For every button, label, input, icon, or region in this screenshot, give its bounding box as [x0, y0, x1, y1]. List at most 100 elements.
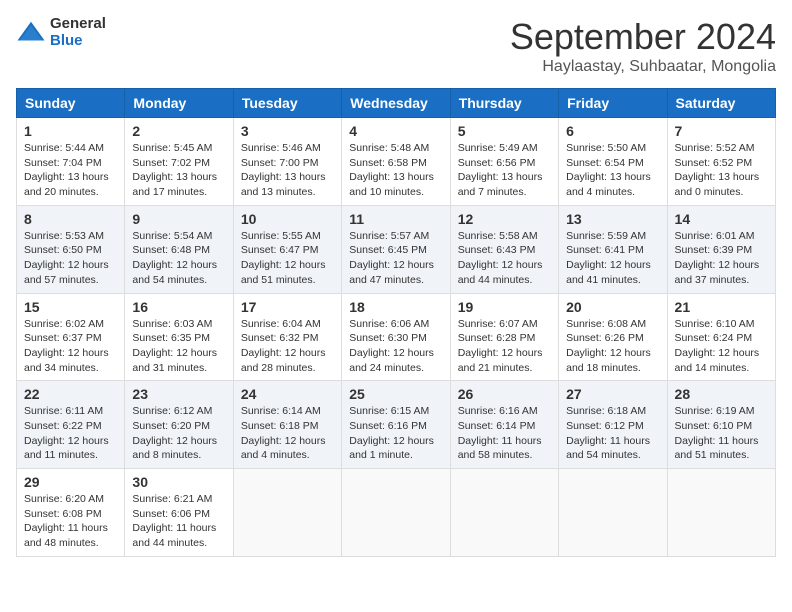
calendar-cell: 19 Sunrise: 6:07 AMSunset: 6:28 PMDayligh… [450, 293, 558, 381]
day-info: Sunrise: 5:54 AMSunset: 6:48 PMDaylight:… [132, 229, 225, 288]
day-info: Sunrise: 5:48 AMSunset: 6:58 PMDaylight:… [349, 141, 442, 200]
day-number: 17 [241, 299, 334, 315]
day-number: 23 [132, 386, 225, 402]
month-title: September 2024 [510, 16, 776, 58]
calendar-cell [559, 469, 667, 557]
location-title: Haylaastay, Suhbaatar, Mongolia [510, 58, 776, 76]
day-number: 10 [241, 211, 334, 227]
calendar-cell: 6 Sunrise: 5:50 AMSunset: 6:54 PMDaylight… [559, 118, 667, 206]
day-info: Sunrise: 5:53 AMSunset: 6:50 PMDaylight:… [24, 229, 117, 288]
calendar-cell: 7 Sunrise: 5:52 AMSunset: 6:52 PMDaylight… [667, 118, 775, 206]
day-info: Sunrise: 5:45 AMSunset: 7:02 PMDaylight:… [132, 141, 225, 200]
day-number: 20 [566, 299, 659, 315]
day-number: 27 [566, 386, 659, 402]
calendar-cell: 24 Sunrise: 6:14 AMSunset: 6:18 PMDayligh… [233, 381, 341, 469]
day-number: 3 [241, 123, 334, 139]
calendar-cell: 15 Sunrise: 6:02 AMSunset: 6:37 PMDayligh… [17, 293, 125, 381]
calendar-cell [450, 469, 558, 557]
day-info: Sunrise: 6:10 AMSunset: 6:24 PMDaylight:… [675, 317, 768, 376]
day-info: Sunrise: 5:50 AMSunset: 6:54 PMDaylight:… [566, 141, 659, 200]
day-info: Sunrise: 5:44 AMSunset: 7:04 PMDaylight:… [24, 141, 117, 200]
calendar-cell: 14Sunrise: 6:01 AMSunset: 6:39 PMDayligh… [667, 205, 775, 293]
logo: General Blue [16, 16, 106, 49]
calendar-table: SundayMondayTuesdayWednesdayThursdayFrid… [16, 88, 776, 557]
weekday-header-thursday: Thursday [450, 89, 558, 118]
calendar-cell: 25Sunrise: 6:15 AMSunset: 6:16 PMDayligh… [342, 381, 450, 469]
day-number: 11 [349, 211, 442, 227]
day-info: Sunrise: 6:02 AMSunset: 6:37 PMDaylight:… [24, 317, 117, 376]
logo-blue-text: Blue [50, 33, 106, 50]
calendar-cell: 18 Sunrise: 6:06 AMSunset: 6:30 PMDayligh… [342, 293, 450, 381]
weekday-header-tuesday: Tuesday [233, 89, 341, 118]
day-number: 30 [132, 474, 225, 490]
day-info: Sunrise: 6:20 AMSunset: 6:08 PMDaylight:… [24, 492, 117, 551]
calendar-cell [342, 469, 450, 557]
calendar-week-row: 15 Sunrise: 6:02 AMSunset: 6:37 PMDayligh… [17, 293, 776, 381]
calendar-cell: 8 Sunrise: 5:53 AMSunset: 6:50 PMDaylight… [17, 205, 125, 293]
day-number: 6 [566, 123, 659, 139]
calendar-cell [667, 469, 775, 557]
day-info: Sunrise: 6:19 AMSunset: 6:10 PMDaylight:… [675, 404, 768, 463]
day-number: 29 [24, 474, 117, 490]
calendar-cell: 30 Sunrise: 6:21 AMSunset: 6:06 PMDayligh… [125, 469, 233, 557]
day-info: Sunrise: 6:03 AMSunset: 6:35 PMDaylight:… [132, 317, 225, 376]
weekday-header-row: SundayMondayTuesdayWednesdayThursdayFrid… [17, 89, 776, 118]
day-info: Sunrise: 6:06 AMSunset: 6:30 PMDaylight:… [349, 317, 442, 376]
day-number: 24 [241, 386, 334, 402]
day-info: Sunrise: 5:59 AMSunset: 6:41 PMDaylight:… [566, 229, 659, 288]
calendar-cell: 17 Sunrise: 6:04 AMSunset: 6:32 PMDayligh… [233, 293, 341, 381]
day-info: Sunrise: 5:58 AMSunset: 6:43 PMDaylight:… [458, 229, 551, 288]
day-number: 13 [566, 211, 659, 227]
page-header: General Blue September 2024 Haylaastay, … [16, 16, 776, 76]
calendar-cell: 21 Sunrise: 6:10 AMSunset: 6:24 PMDayligh… [667, 293, 775, 381]
weekday-header-friday: Friday [559, 89, 667, 118]
calendar-cell: 20Sunrise: 6:08 AMSunset: 6:26 PMDayligh… [559, 293, 667, 381]
day-info: Sunrise: 6:04 AMSunset: 6:32 PMDaylight:… [241, 317, 334, 376]
day-number: 21 [675, 299, 768, 315]
calendar-cell: 29 Sunrise: 6:20 AMSunset: 6:08 PMDayligh… [17, 469, 125, 557]
day-number: 16 [132, 299, 225, 315]
day-info: Sunrise: 5:46 AMSunset: 7:00 PMDaylight:… [241, 141, 334, 200]
calendar-cell: 23 Sunrise: 6:12 AMSunset: 6:20 PMDayligh… [125, 381, 233, 469]
weekday-header-sunday: Sunday [17, 89, 125, 118]
calendar-cell: 26 Sunrise: 6:16 AMSunset: 6:14 PMDayligh… [450, 381, 558, 469]
calendar-cell: 2Sunrise: 5:45 AMSunset: 7:02 PMDaylight… [125, 118, 233, 206]
day-info: Sunrise: 6:14 AMSunset: 6:18 PMDaylight:… [241, 404, 334, 463]
calendar-cell: 28 Sunrise: 6:19 AMSunset: 6:10 PMDayligh… [667, 381, 775, 469]
weekday-header-monday: Monday [125, 89, 233, 118]
day-number: 12 [458, 211, 551, 227]
calendar-cell: 27 Sunrise: 6:18 AMSunset: 6:12 PMDayligh… [559, 381, 667, 469]
day-number: 26 [458, 386, 551, 402]
day-number: 19 [458, 299, 551, 315]
logo-icon [16, 18, 46, 48]
day-number: 15 [24, 299, 117, 315]
day-number: 22 [24, 386, 117, 402]
day-number: 8 [24, 211, 117, 227]
calendar-cell: 13 Sunrise: 5:59 AMSunset: 6:41 PMDayligh… [559, 205, 667, 293]
day-number: 7 [675, 123, 768, 139]
day-info: Sunrise: 6:16 AMSunset: 6:14 PMDaylight:… [458, 404, 551, 463]
day-info: Sunrise: 5:55 AMSunset: 6:47 PMDaylight:… [241, 229, 334, 288]
day-number: 14 [675, 211, 768, 227]
calendar-cell: 22 Sunrise: 6:11 AMSunset: 6:22 PMDayligh… [17, 381, 125, 469]
calendar-cell: 16 Sunrise: 6:03 AMSunset: 6:35 PMDayligh… [125, 293, 233, 381]
title-section: September 2024 Haylaastay, Suhbaatar, Mo… [510, 16, 776, 76]
day-info: Sunrise: 6:21 AMSunset: 6:06 PMDaylight:… [132, 492, 225, 551]
calendar-cell [233, 469, 341, 557]
weekday-header-saturday: Saturday [667, 89, 775, 118]
day-number: 5 [458, 123, 551, 139]
logo-general-text: General [50, 16, 106, 33]
day-info: Sunrise: 6:18 AMSunset: 6:12 PMDaylight:… [566, 404, 659, 463]
calendar-cell: 5 Sunrise: 5:49 AMSunset: 6:56 PMDaylight… [450, 118, 558, 206]
day-number: 28 [675, 386, 768, 402]
day-info: Sunrise: 6:07 AMSunset: 6:28 PMDaylight:… [458, 317, 551, 376]
day-number: 18 [349, 299, 442, 315]
calendar-cell: 9Sunrise: 5:54 AMSunset: 6:48 PMDaylight… [125, 205, 233, 293]
weekday-header-wednesday: Wednesday [342, 89, 450, 118]
day-info: Sunrise: 5:52 AMSunset: 6:52 PMDaylight:… [675, 141, 768, 200]
day-info: Sunrise: 6:11 AMSunset: 6:22 PMDaylight:… [24, 404, 117, 463]
day-info: Sunrise: 5:49 AMSunset: 6:56 PMDaylight:… [458, 141, 551, 200]
day-number: 1 [24, 123, 117, 139]
calendar-week-row: 8 Sunrise: 5:53 AMSunset: 6:50 PMDaylight… [17, 205, 776, 293]
day-info: Sunrise: 6:12 AMSunset: 6:20 PMDaylight:… [132, 404, 225, 463]
